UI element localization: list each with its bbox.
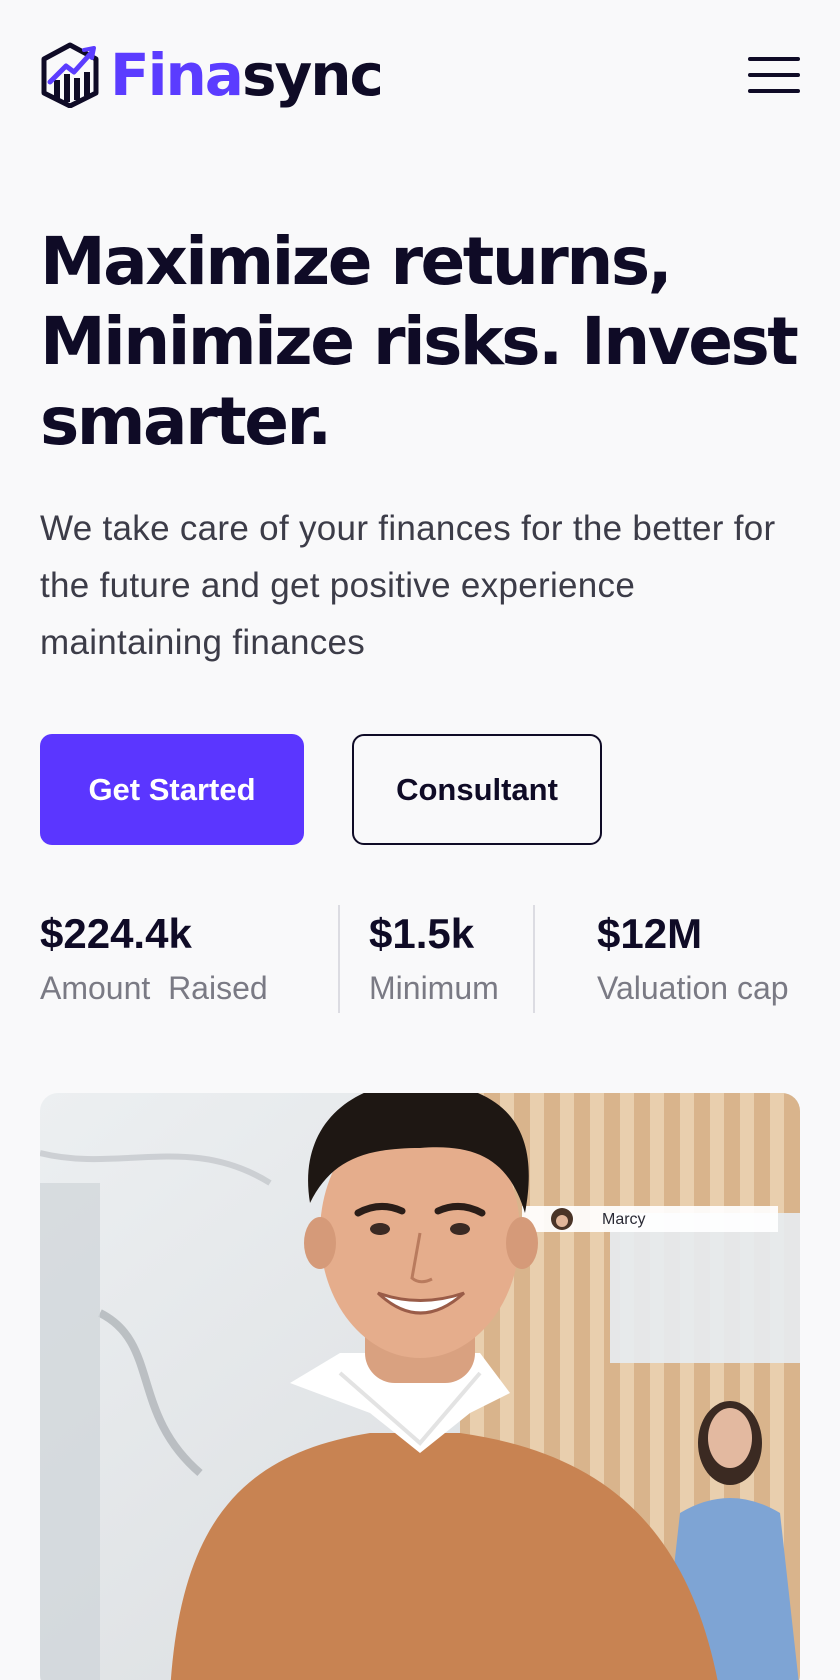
smiling-man-photo: Marcy <box>40 1093 800 1680</box>
stat-label: Valuation cap <box>597 970 789 1006</box>
stat-minimum: $1.5k Minimum <box>369 905 499 1013</box>
menu-line <box>748 73 800 77</box>
brand-name-accent: Fina <box>110 41 244 109</box>
site-header: Finasync <box>40 40 800 110</box>
brand-logo[interactable]: Finasync <box>40 42 384 108</box>
stat-label: Minimum <box>369 970 499 1006</box>
hamburger-menu-icon[interactable] <box>748 55 800 95</box>
menu-line <box>748 89 800 93</box>
stats-row: $224.4k Amount Raised $1.5k Minimum $12M… <box>40 905 810 1013</box>
hero-subtitle: We take care of your finances for the be… <box>40 509 776 662</box>
stat-value: $224.4k <box>40 910 192 957</box>
profile-chip: Marcy <box>522 1206 778 1232</box>
menu-line <box>748 57 800 61</box>
stat-value: $1.5k <box>369 910 475 957</box>
hero-title: Maximize returns, Minimize risks. Invest… <box>40 223 799 460</box>
brand-name-dark: sync <box>241 41 384 109</box>
stat-divider <box>533 905 535 1013</box>
stat-valuation-cap: $12M Valuation cap <box>597 905 789 1013</box>
stat-label: Amount Raised <box>40 970 268 1006</box>
get-started-button[interactable]: Get Started <box>40 734 304 845</box>
bar-chart-cube-icon <box>41 42 99 108</box>
cta-row: Get Started Consultant <box>40 734 602 845</box>
profile-chip-name: Marcy <box>602 1211 646 1228</box>
stat-value: $12M <box>597 910 703 957</box>
hero-photo: Marcy <box>40 1093 800 1680</box>
stat-amount-raised: $224.4k Amount Raised <box>40 905 268 1013</box>
stat-divider <box>338 905 340 1013</box>
consultant-button[interactable]: Consultant <box>352 734 602 845</box>
brand-wordmark: Finasync <box>110 46 384 104</box>
